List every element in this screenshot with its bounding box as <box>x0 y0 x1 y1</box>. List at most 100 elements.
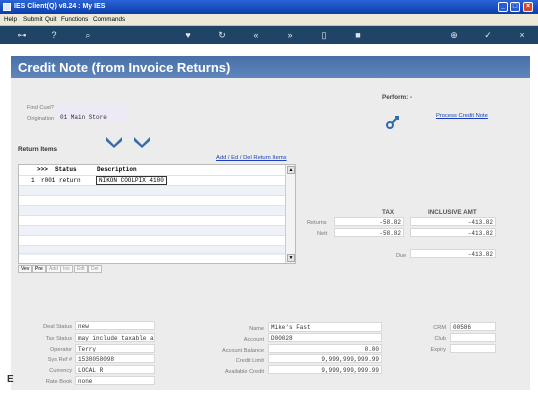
add-edit-delete-return-items-link[interactable]: Add / Ed / Del Return Items <box>216 155 287 161</box>
currency-label: Currency <box>49 368 72 374</box>
save-icon[interactable]: ▯ <box>318 29 330 41</box>
return-items-grid: >>> Status Description 1 r001 return NIK… <box>18 164 296 264</box>
operator-label: Operator <box>49 347 72 353</box>
available-credit-value: 9,999,999,999.99 <box>268 365 382 374</box>
check-icon[interactable]: ✓ <box>482 29 494 41</box>
page-title: Credit Note (from Invoice Returns) <box>18 60 231 75</box>
insert-button[interactable]: Ins <box>60 265 73 273</box>
perform-label: Perform: - <box>382 94 413 101</box>
deal-status-label: Deal Status <box>43 324 72 330</box>
menu-functions[interactable]: Functions <box>61 16 88 23</box>
origination-field[interactable]: 01 Main Store <box>57 112 127 122</box>
grid-scrollbar[interactable]: ▲ ▼ <box>285 165 295 263</box>
rewind-icon[interactable]: « <box>250 29 262 41</box>
account-value: D00028 <box>268 333 382 342</box>
tax-status-label: Tax Status <box>45 336 72 342</box>
expiry-value <box>450 344 496 353</box>
table-row[interactable]: 1 r001 return NIKON COOLPIX 4100 <box>19 175 285 185</box>
table-row[interactable] <box>19 215 285 225</box>
due-amt: -413.82 <box>410 249 496 258</box>
add-button[interactable]: Add <box>46 265 61 273</box>
delete-button[interactable]: Del <box>88 265 102 273</box>
grid-header: >>> Status Description <box>19 165 285 175</box>
maximize-button[interactable]: □ <box>510 2 520 12</box>
find-cust-label: Find Cust? <box>27 105 55 111</box>
prev-button[interactable]: Pre <box>32 265 46 273</box>
row-description[interactable]: NIKON COOLPIX 4100 <box>96 176 167 185</box>
rate-book-label: Rate Book <box>45 379 72 385</box>
edit-button[interactable]: Edt <box>74 265 88 273</box>
return-items-label: Return Items <box>18 146 58 153</box>
forward-icon[interactable]: » <box>284 29 296 41</box>
club-value <box>450 333 496 342</box>
returns-amt: -413.82 <box>410 217 496 226</box>
origination-label: Origination <box>27 116 55 122</box>
returns-label: Returns <box>307 220 327 226</box>
row-number: 1 <box>31 177 35 184</box>
nett-label: Nett <box>317 231 328 237</box>
toolbar: ⊶ ? ⌕ ♥ ↻ « » ▯ ■ ⊕ ✓ × <box>0 26 538 44</box>
menu-submit[interactable]: Submit <box>23 16 43 23</box>
plus-icon[interactable]: ⊕ <box>448 29 460 41</box>
side-marker-icon: E <box>7 374 14 385</box>
chevron-down-icons[interactable] <box>104 135 158 149</box>
chevron-down-icon <box>134 137 150 148</box>
table-row[interactable] <box>19 225 285 235</box>
currency-value: LOCAL R <box>75 365 155 374</box>
chevron-down-icon <box>106 137 122 148</box>
menu-bar: Help Submit Quit Functions Commands <box>0 14 538 26</box>
scroll-down-icon[interactable]: ▼ <box>287 254 295 262</box>
close-icon[interactable]: × <box>516 29 528 41</box>
due-label: Due <box>396 253 407 259</box>
refresh-icon[interactable]: ↻ <box>216 29 228 41</box>
find-cust-field[interactable] <box>57 103 127 112</box>
window-title: IES Client(Q) v8.24 : My IES <box>14 3 106 10</box>
tax-header: TAX <box>382 209 395 216</box>
app-icon <box>3 3 11 11</box>
minimize-button[interactable]: _ <box>498 2 508 12</box>
table-row[interactable] <box>19 195 285 205</box>
grid-header-status: Status <box>55 166 77 173</box>
operator-value: Terry <box>75 344 155 353</box>
club-label: Club <box>434 336 446 342</box>
table-row[interactable] <box>19 185 285 195</box>
tax-status-value: may include taxable a <box>75 333 155 342</box>
process-icon[interactable] <box>385 114 401 130</box>
grid-header-arrows: >>> <box>37 166 48 173</box>
credit-limit-value: 9,999,999,999.99 <box>268 354 382 363</box>
close-window-button[interactable]: × <box>523 2 533 12</box>
menu-quit[interactable]: Quit <box>45 16 57 23</box>
crm-label: CRM <box>433 325 446 331</box>
account-balance-value: 0.00 <box>268 344 382 353</box>
nett-tax: -58.82 <box>334 228 404 237</box>
menu-commands[interactable]: Commands <box>93 16 125 23</box>
process-credit-note-link[interactable]: Process Credit Note <box>436 113 488 119</box>
stop-icon[interactable]: ■ <box>352 29 364 41</box>
menu-help[interactable]: Help <box>4 16 17 23</box>
returns-tax: -58.82 <box>334 217 404 226</box>
name-label: Name <box>249 326 264 332</box>
title-bar: IES Client(Q) v8.24 : My IES _ □ × <box>0 0 538 14</box>
crm-value: 00586 <box>450 322 496 331</box>
key-icon[interactable]: ⊶ <box>12 29 32 41</box>
help-icon[interactable]: ? <box>48 29 60 41</box>
nett-amt: -413.82 <box>410 228 496 237</box>
scroll-up-icon[interactable]: ▲ <box>287 166 295 174</box>
search-icon[interactable]: ⌕ <box>82 29 94 41</box>
name-value: Mike's Fast <box>268 322 382 332</box>
sys-ref-value: 1538058098 <box>75 354 155 363</box>
sys-ref-label: Sys Ref # <box>47 357 72 363</box>
view-button[interactable]: Vev <box>18 265 33 273</box>
table-row[interactable] <box>19 253 285 263</box>
credit-limit-label: Credit Limit <box>235 358 264 364</box>
account-label: Account <box>243 337 264 343</box>
row-status: r001 return <box>41 177 81 184</box>
grid-header-description: Description <box>97 166 137 173</box>
account-balance-label: Account Balance <box>222 348 264 354</box>
inclusive-amt-header: INCLUSIVE AMT <box>428 209 477 216</box>
rate-book-value: none <box>75 376 155 385</box>
table-row[interactable] <box>19 235 285 245</box>
available-credit-label: Available Credit <box>224 369 264 375</box>
table-row[interactable] <box>19 205 285 215</box>
heart-icon[interactable]: ♥ <box>182 29 194 41</box>
